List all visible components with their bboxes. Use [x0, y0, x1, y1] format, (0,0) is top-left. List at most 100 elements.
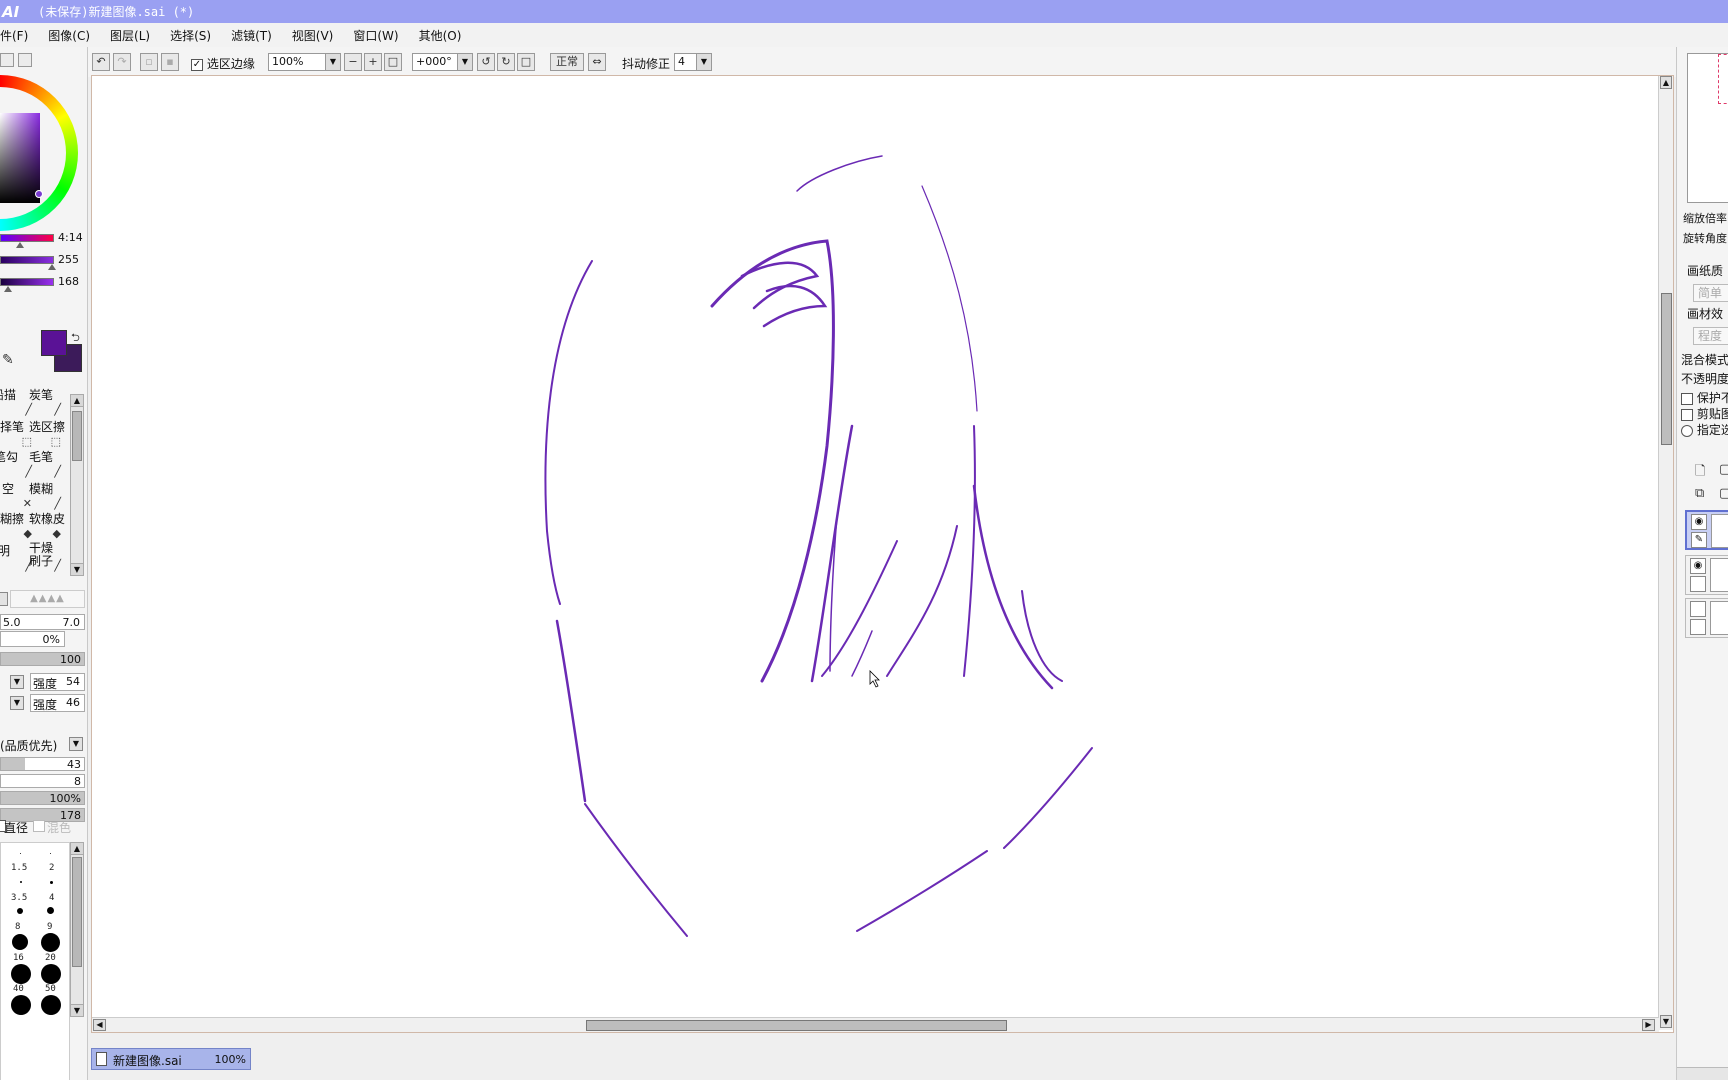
- chevron-down-icon[interactable]: ▼: [325, 54, 340, 70]
- slider-1-handle[interactable]: [16, 242, 24, 248]
- zoom-reset-icon[interactable]: □: [384, 53, 402, 71]
- canvas-horizontal-scrollbar[interactable]: ◀ ▶: [92, 1017, 1659, 1032]
- menu-select[interactable]: 选择(S): [170, 27, 211, 44]
- slider-2-handle[interactable]: [48, 264, 56, 270]
- min-density-bar[interactable]: 8: [0, 774, 85, 788]
- canvas-area[interactable]: ▲ ▼ ◀ ▶: [91, 75, 1674, 1033]
- scroll-up-icon[interactable]: ▲: [71, 395, 83, 407]
- color-slider-3[interactable]: 168: [0, 275, 87, 292]
- saturation-value-square[interactable]: [0, 113, 40, 203]
- pen-lock-icon[interactable]: ✎: [1691, 532, 1707, 548]
- tool-soft-eraser[interactable]: 软橡皮 ◆: [29, 510, 65, 542]
- zoom-out-icon[interactable]: −: [344, 53, 362, 71]
- redo-icon[interactable]: ↷: [113, 53, 131, 71]
- layer-item[interactable]: ◉ ✎: [1685, 510, 1728, 550]
- brush-size-dot[interactable]: [50, 853, 51, 854]
- eye-icon[interactable]: ◉: [1690, 558, 1706, 574]
- paper-texture-select[interactable]: 简单: [1693, 284, 1728, 302]
- copy-layer-icon[interactable]: ⧉: [1695, 486, 1711, 502]
- paper-effect-select[interactable]: 程度: [1693, 327, 1728, 345]
- quality-row[interactable]: (品质优先) ▼: [0, 736, 87, 754]
- flip-icon[interactable]: ⇔: [588, 53, 606, 71]
- max-density-bar[interactable]: 100%: [0, 791, 85, 805]
- brush-size-dot[interactable]: [12, 934, 28, 950]
- slider-3-handle[interactable]: [4, 286, 12, 292]
- tool-dry-brush[interactable]: 干燥刷子 ╱: [29, 542, 63, 574]
- canvas-vscroll-thumb[interactable]: [1661, 293, 1672, 445]
- brush-size-dot[interactable]: [41, 964, 61, 984]
- layer-item[interactable]: [1685, 598, 1728, 638]
- color-picker-knob[interactable]: [35, 190, 43, 198]
- selection-edge-toggle[interactable]: ✓ 选区边缘: [191, 55, 255, 72]
- eyedropper-icon[interactable]: ✎: [2, 352, 14, 368]
- canvas-hscroll-thumb[interactable]: [586, 1020, 1007, 1031]
- navigator-preview[interactable]: [1687, 53, 1728, 203]
- slider-2-bar[interactable]: [0, 256, 54, 264]
- document-tab[interactable]: 新建图像.sai 100%: [91, 1048, 251, 1070]
- tool-charcoal[interactable]: 炭笔 ╱: [29, 386, 63, 418]
- scroll-up-icon[interactable]: ▲: [1660, 76, 1672, 89]
- color-slider-2[interactable]: 255: [0, 253, 87, 270]
- tool-select-eraser[interactable]: 选区擦 ⬚: [29, 418, 65, 450]
- tool-scrollbar[interactable]: ▲ ▼: [70, 394, 84, 576]
- tool-blur[interactable]: 模糊 ╱: [29, 480, 63, 512]
- selection-edge-checkbox[interactable]: ✓: [191, 58, 203, 71]
- menu-image[interactable]: 图像(C): [48, 27, 90, 44]
- color-mode-grid-button[interactable]: [0, 53, 14, 67]
- menu-view[interactable]: 视图(V): [292, 27, 334, 44]
- menu-other[interactable]: 其他(O): [419, 27, 462, 44]
- blend-dropdown-icon[interactable]: ▼: [10, 696, 24, 710]
- brush-size-grid[interactable]: 1.5 2 3.5 4 8 9 16 20 40 50: [0, 842, 70, 1080]
- rotate-left-icon[interactable]: ↺: [477, 53, 495, 71]
- eye-icon[interactable]: [1690, 601, 1706, 617]
- brush-size-dot[interactable]: [20, 853, 21, 854]
- selection-source-radio[interactable]: [1681, 424, 1693, 437]
- texture-dropdown-icon[interactable]: ▼: [10, 675, 24, 689]
- pen-lock-icon[interactable]: [1690, 576, 1706, 592]
- brush-size-field[interactable]: 5.0 7.0: [0, 614, 85, 630]
- chevron-down-icon[interactable]: ▼: [457, 54, 472, 70]
- zoom-combo[interactable]: 100% ▼: [268, 53, 341, 71]
- undo-icon[interactable]: ↶: [92, 53, 110, 71]
- min-size-field[interactable]: 0%: [0, 631, 65, 647]
- deselect-icon[interactable]: ▫: [140, 53, 158, 71]
- brush-size-dot[interactable]: [50, 881, 53, 884]
- new-folder-icon[interactable]: ▢: [1719, 462, 1728, 478]
- color-mode-swatch-button[interactable]: [18, 53, 32, 67]
- delete-layer-icon[interactable]: ▢: [1719, 486, 1728, 502]
- rotate-right-icon[interactable]: ↻: [497, 53, 515, 71]
- normal-view-button[interactable]: 正常: [550, 53, 584, 71]
- brush-size-scrollbar[interactable]: ▲ ▼: [70, 842, 84, 1017]
- clipping-toggle[interactable]: 剪贴图: [1681, 405, 1728, 422]
- brush-size-dot[interactable]: [41, 933, 60, 952]
- layer-item[interactable]: ◉: [1685, 555, 1728, 595]
- invert-selection-icon[interactable]: ▪: [161, 53, 179, 71]
- quality-dropdown-icon[interactable]: ▼: [69, 737, 83, 751]
- menu-file[interactable]: 件(F): [0, 27, 28, 44]
- scroll-down-icon[interactable]: ▼: [71, 1004, 83, 1016]
- brush-size-scroll-thumb[interactable]: [72, 857, 82, 967]
- tool-scroll-thumb[interactable]: [72, 411, 82, 461]
- menu-layer[interactable]: 图层(L): [110, 27, 150, 44]
- scroll-down-icon[interactable]: ▼: [1660, 1015, 1672, 1028]
- scroll-right-icon[interactable]: ▶: [1642, 1019, 1655, 1031]
- texture-strength-field[interactable]: 强度 54: [30, 673, 85, 691]
- brush-size-dot[interactable]: [41, 995, 61, 1015]
- foreground-color-swatch[interactable]: [41, 330, 67, 356]
- brush-shape-presets[interactable]: ▲▲▲▲: [10, 590, 85, 608]
- scroll-down-icon[interactable]: ▼: [71, 563, 83, 575]
- chevron-down-icon[interactable]: ▼: [696, 54, 711, 70]
- color-slider-1[interactable]: 4:14: [0, 231, 87, 248]
- layer-panel-hscrollbar[interactable]: [1677, 1067, 1728, 1080]
- zoom-in-icon[interactable]: +: [364, 53, 382, 71]
- rotate-reset-icon[interactable]: □: [517, 53, 535, 71]
- brush-size-dot[interactable]: [17, 908, 23, 914]
- protect-alpha-toggle[interactable]: 保护不: [1681, 389, 1728, 406]
- brush-size-dot[interactable]: [20, 881, 22, 883]
- tool-brush[interactable]: 毛笔 ╱: [29, 448, 63, 480]
- slider-1-bar[interactable]: [0, 234, 54, 242]
- swap-colors-icon[interactable]: ⮌: [71, 329, 80, 348]
- pen-lock-icon[interactable]: [1690, 619, 1706, 635]
- navigator-viewport[interactable]: [1718, 54, 1728, 104]
- stabilizer-combo[interactable]: 4 ▼: [674, 53, 712, 71]
